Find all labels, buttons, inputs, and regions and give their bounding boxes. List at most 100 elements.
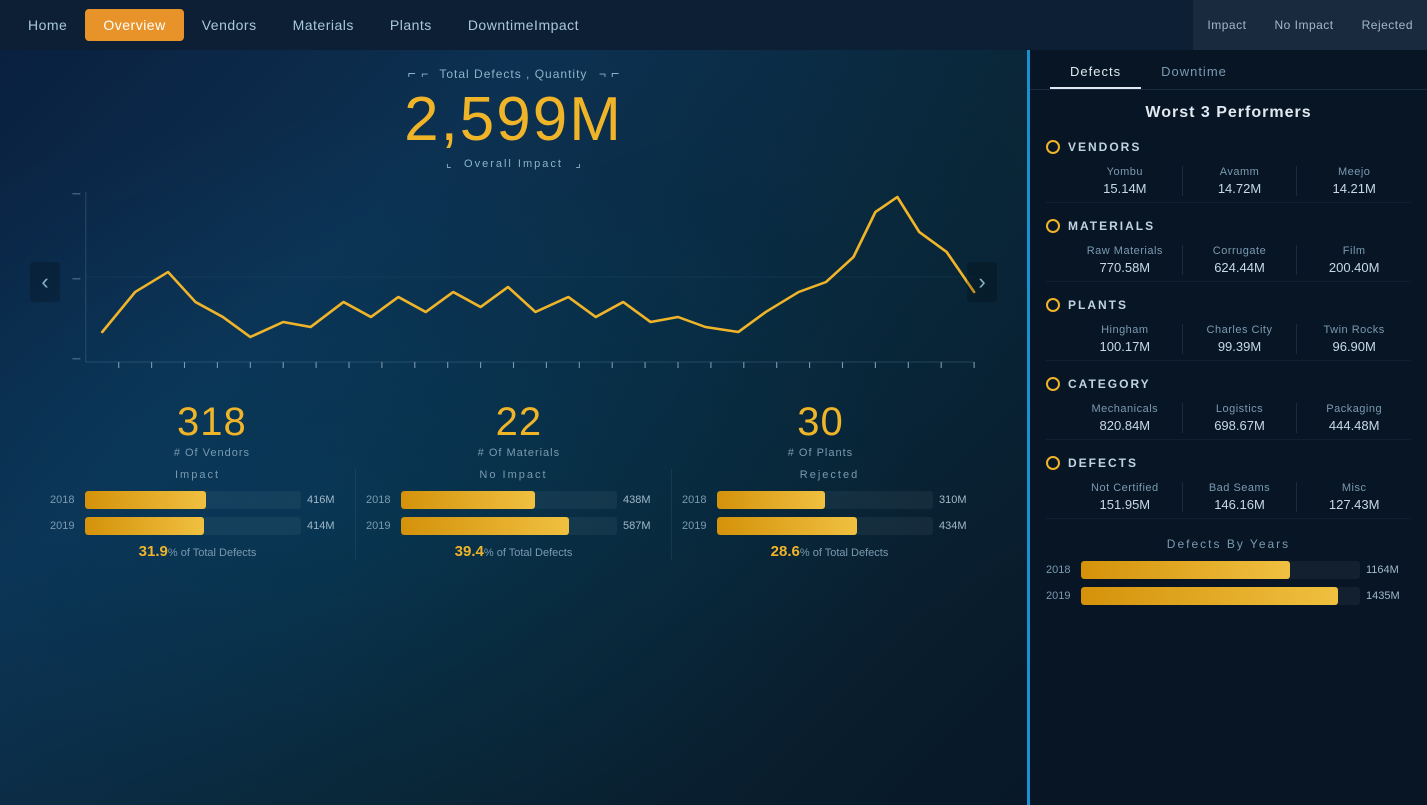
bar-row-impact-2018: 2018 416M bbox=[50, 491, 345, 509]
stat-materials-number: 22 bbox=[478, 400, 560, 445]
performer-value: 151.95M bbox=[1068, 497, 1182, 512]
bar-row-impact-2019: 2019 414M bbox=[50, 517, 345, 535]
bar-section-impact-title: Impact bbox=[50, 469, 345, 481]
year-bar-2019: 2019 1435M bbox=[1046, 587, 1411, 605]
corner-bracket-br: ⌟ bbox=[575, 156, 581, 170]
bar-section-percent: 31.9% of Total Defects bbox=[50, 543, 345, 560]
stats-row: 318 # Of Vendors 22 # Of Materials 30 # … bbox=[60, 400, 967, 459]
performer-section-plants: Plants Hingham 100.17M Charles City 99.3… bbox=[1030, 290, 1427, 369]
svg-text:─: ─ bbox=[71, 275, 80, 285]
performer-item-avamm: Avamm 14.72M bbox=[1182, 166, 1297, 196]
year-label: 2019 bbox=[1046, 590, 1081, 602]
performer-name: Film bbox=[1297, 245, 1411, 257]
performer-category-vendors: Vendors bbox=[1068, 140, 1141, 154]
performer-value: 99.39M bbox=[1183, 339, 1297, 354]
performer-value: 15.14M bbox=[1068, 181, 1182, 196]
line-chart-svg: ─ ─ ─ bbox=[20, 172, 1007, 392]
bar-percent-label: of Total Defects bbox=[181, 547, 257, 559]
performer-category-materials: Materials bbox=[1068, 219, 1155, 233]
bar-track bbox=[85, 517, 301, 535]
performer-item-corrugate: Corrugate 624.44M bbox=[1182, 245, 1297, 275]
chart-prev-button[interactable]: ‹ bbox=[30, 262, 60, 302]
nav-item-vendors[interactable]: Vendors bbox=[184, 9, 275, 41]
bar-year-label: 2019 bbox=[682, 520, 717, 532]
bar-fill bbox=[717, 491, 825, 509]
stat-plants-number: 30 bbox=[788, 400, 853, 445]
performer-value: 96.90M bbox=[1297, 339, 1411, 354]
performer-value: 770.58M bbox=[1068, 260, 1182, 275]
total-defects-number: 2,599M bbox=[20, 86, 1007, 154]
overall-impact-label: Overall Impact bbox=[464, 158, 563, 170]
performer-section-category: Category Mechanicals 820.84M Logistics 6… bbox=[1030, 369, 1427, 448]
performer-items-category: Mechanicals 820.84M Logistics 698.67M Pa… bbox=[1046, 397, 1411, 440]
tab-downtime[interactable]: Downtime bbox=[1141, 50, 1247, 89]
bar-value: 434M bbox=[939, 520, 977, 532]
bar-row-noimpact-2018: 2018 438M bbox=[366, 491, 661, 509]
bar-fill bbox=[401, 517, 569, 535]
stat-materials: 22 # Of Materials bbox=[478, 400, 560, 459]
performer-name: Yombu bbox=[1068, 166, 1182, 178]
performer-name: Raw Materials bbox=[1068, 245, 1182, 257]
year-label: 2018 bbox=[1046, 564, 1081, 576]
performer-item-mechanicals: Mechanicals 820.84M bbox=[1068, 403, 1182, 433]
performer-items-plants: Hingham 100.17M Charles City 99.39M Twin… bbox=[1046, 318, 1411, 361]
year-bar-value: 1435M bbox=[1366, 590, 1411, 602]
performer-name: Misc bbox=[1297, 482, 1411, 494]
bar-section-impact: Impact 2018 416M 2019 414M 31.9% of bbox=[40, 469, 355, 560]
nav-item-materials[interactable]: Materials bbox=[275, 9, 372, 41]
right-panel-tabs: Defects Downtime bbox=[1030, 50, 1427, 90]
chart-next-button[interactable]: › bbox=[967, 262, 997, 302]
performer-item-notcertified: Not Certified 151.95M bbox=[1068, 482, 1182, 512]
performer-name: Twin Rocks bbox=[1297, 324, 1411, 336]
bar-year-label: 2018 bbox=[682, 494, 717, 506]
bar-row-noimpact-2019: 2019 587M bbox=[366, 517, 661, 535]
bar-section-noimpact-title: No Impact bbox=[366, 469, 661, 481]
bar-row-rejected-2018: 2018 310M bbox=[682, 491, 977, 509]
bar-year-label: 2019 bbox=[50, 520, 85, 532]
nav-item-plants[interactable]: Plants bbox=[372, 9, 450, 41]
performer-value: 127.43M bbox=[1297, 497, 1411, 512]
bar-value: 587M bbox=[623, 520, 661, 532]
performer-item-meejo: Meejo 14.21M bbox=[1296, 166, 1411, 196]
bar-section-percent: 39.4% of Total Defects bbox=[366, 543, 661, 560]
performer-name: Not Certified bbox=[1068, 482, 1182, 494]
bar-percent-value: 28.6 bbox=[771, 543, 800, 560]
performer-name: Logistics bbox=[1183, 403, 1297, 415]
performer-name: Charles City bbox=[1183, 324, 1297, 336]
bar-track bbox=[85, 491, 301, 509]
nav-item-downtime[interactable]: DowntimeImpact bbox=[450, 9, 597, 41]
bar-value: 310M bbox=[939, 494, 977, 506]
performer-item-misc: Misc 127.43M bbox=[1296, 482, 1411, 512]
defects-by-years: Defects By Years 2018 1164M 2019 1435M bbox=[1030, 527, 1427, 623]
performer-section-materials: Materials Raw Materials 770.58M Corrugat… bbox=[1030, 211, 1427, 290]
bar-value: 416M bbox=[307, 494, 345, 506]
performer-dot-defects bbox=[1046, 456, 1060, 470]
bar-fill bbox=[85, 491, 206, 509]
performer-category-defects: Defects bbox=[1068, 456, 1138, 470]
performer-item-charlescity: Charles City 99.39M bbox=[1182, 324, 1297, 354]
filter-noimpact-button[interactable]: No Impact bbox=[1260, 0, 1347, 50]
performer-category-plants: Plants bbox=[1068, 298, 1128, 312]
performer-value: 146.16M bbox=[1183, 497, 1297, 512]
bar-track bbox=[717, 517, 933, 535]
performer-items-materials: Raw Materials 770.58M Corrugate 624.44M … bbox=[1046, 239, 1411, 282]
bottom-bars: Impact 2018 416M 2019 414M 31.9% of bbox=[40, 469, 987, 560]
year-bar-2018: 2018 1164M bbox=[1046, 561, 1411, 579]
filter-impact-button[interactable]: Impact bbox=[1193, 0, 1260, 50]
filter-buttons-group: Impact No Impact Rejected bbox=[1193, 0, 1427, 50]
nav-item-overview[interactable]: Overview bbox=[85, 9, 183, 41]
performer-name: Meejo bbox=[1297, 166, 1411, 178]
tab-defects[interactable]: Defects bbox=[1050, 50, 1141, 89]
performer-name: Bad Seams bbox=[1183, 482, 1297, 494]
nav-item-home[interactable]: Home bbox=[10, 9, 85, 41]
performer-header-plants: Plants bbox=[1046, 298, 1411, 312]
performer-item-rawmat: Raw Materials 770.58M bbox=[1068, 245, 1182, 275]
bar-value: 438M bbox=[623, 494, 661, 506]
overall-impact-wrapper: ⌞ Overall Impact ⌟ bbox=[20, 154, 1007, 172]
performer-item-badseams: Bad Seams 146.16M bbox=[1182, 482, 1297, 512]
performer-header-category: Category bbox=[1046, 377, 1411, 391]
filter-rejected-button[interactable]: Rejected bbox=[1348, 0, 1427, 50]
performer-item-film: Film 200.40M bbox=[1296, 245, 1411, 275]
bar-fill bbox=[717, 517, 857, 535]
performer-header-materials: Materials bbox=[1046, 219, 1411, 233]
